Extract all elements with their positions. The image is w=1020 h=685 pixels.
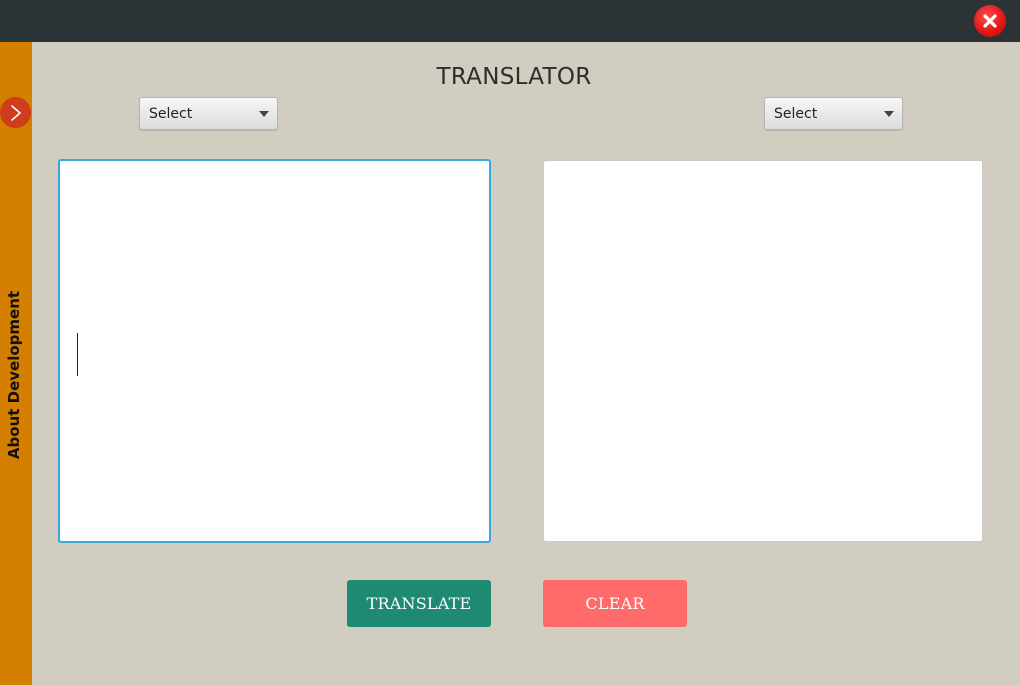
chevron-right-icon [10,104,21,121]
sidebar-toggle-button[interactable] [0,97,31,128]
translate-button[interactable]: TRANSLATE [347,580,491,627]
clear-button[interactable]: CLEAR [543,580,687,627]
about-development-tab[interactable]: About Development [5,291,23,459]
caret-down-icon [884,111,894,117]
page-title: TRANSLATOR [436,64,592,90]
close-icon [983,14,997,28]
source-language-select[interactable]: Select [139,97,278,130]
caret-down-icon [259,111,269,117]
source-language-value: Select [149,105,193,122]
target-language-value: Select [774,105,818,122]
source-text-input[interactable] [58,159,491,543]
target-language-select[interactable]: Select [764,97,903,130]
translated-text-output[interactable] [543,160,983,542]
close-button[interactable] [974,5,1006,37]
sidebar: About Development [0,42,32,685]
title-bar [0,0,1020,42]
text-cursor [77,333,78,376]
